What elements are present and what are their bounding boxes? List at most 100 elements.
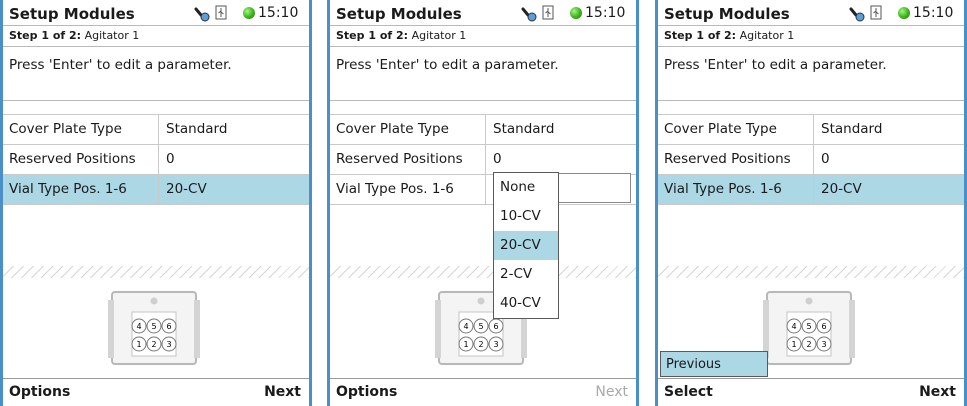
wrench-icon xyxy=(849,7,865,22)
softkey-bar: Options Next xyxy=(330,378,636,406)
column-divider xyxy=(813,175,814,204)
hatch-divider xyxy=(3,266,309,278)
options-softkey[interactable]: Options xyxy=(9,384,70,400)
position-label: 6 xyxy=(821,322,826,331)
hint-text: Press 'Enter' to edit a parameter. xyxy=(336,57,559,73)
hatch-divider xyxy=(658,266,964,278)
param-value: 0 xyxy=(493,151,502,167)
menu-item-previous[interactable]: Previous xyxy=(666,357,721,372)
next-softkey-disabled: Next xyxy=(595,384,628,400)
position-label: 1 xyxy=(463,340,468,349)
step-indicator: Step 1 of 2: Agitator 1 xyxy=(3,26,309,47)
param-row-reserved-positions[interactable]: Reserved Positions 0 xyxy=(3,145,309,175)
select-softkey[interactable]: Select xyxy=(664,384,713,400)
step-name: Agitator 1 xyxy=(411,29,467,42)
title-bar: Setup Modules 15:10 xyxy=(330,0,636,26)
next-softkey[interactable]: Next xyxy=(264,384,301,400)
param-name: Vial Type Pos. 1-6 xyxy=(336,181,454,197)
parameter-list: Cover Plate Type Standard Reserved Posit… xyxy=(3,114,309,205)
device-screen-1: Setup Modules 15:10 Step 1 of 2: Agitato… xyxy=(0,0,312,406)
column-divider xyxy=(813,145,814,174)
param-value: 0 xyxy=(821,151,830,167)
param-value: 0 xyxy=(166,151,175,167)
position-label: 3 xyxy=(166,340,171,349)
next-softkey[interactable]: Next xyxy=(919,384,956,400)
device-screen-2: Setup Modules 15:10 Step 1 of 2: Agitato… xyxy=(327,0,639,406)
status-ok-icon xyxy=(570,7,582,19)
column-divider xyxy=(813,115,814,144)
screen-title: Setup Modules xyxy=(336,5,462,23)
parameter-list: Cover Plate Type Standard Reserved Posit… xyxy=(658,114,964,205)
position-label: 3 xyxy=(821,340,826,349)
step-indicator: Step 1 of 2: Agitator 1 xyxy=(658,26,964,47)
step-label: Step 1 of 2: xyxy=(9,29,82,42)
status-ok-icon xyxy=(243,7,255,19)
title-bar: Setup Modules 15:10 xyxy=(3,0,309,26)
position-label: 4 xyxy=(791,322,796,331)
wrench-icon xyxy=(521,7,537,22)
column-divider xyxy=(485,175,486,204)
dropdown-option[interactable]: None xyxy=(494,173,558,202)
position-label: 3 xyxy=(493,340,498,349)
column-divider xyxy=(158,115,159,144)
position-label: 6 xyxy=(166,322,171,331)
param-name: Reserved Positions xyxy=(336,151,463,167)
vial-type-dropdown[interactable]: None 10-CV 20-CV 2-CV 40-CV xyxy=(493,172,559,319)
param-row-cover-plate-type[interactable]: Cover Plate Type Standard xyxy=(3,114,309,145)
step-name: Agitator 1 xyxy=(84,29,140,42)
divider xyxy=(330,100,636,101)
position-label: 2 xyxy=(806,340,811,349)
dropdown-option-selected[interactable]: 20-CV xyxy=(494,231,558,260)
clock: 15:10 xyxy=(258,5,299,21)
column-divider xyxy=(158,145,159,174)
options-softkey[interactable]: Options xyxy=(336,384,397,400)
param-row-vial-type[interactable]: Vial Type Pos. 1-6 20-CV xyxy=(3,175,309,205)
position-label: 1 xyxy=(791,340,796,349)
position-label: 5 xyxy=(151,322,156,331)
param-value: Standard xyxy=(493,121,555,137)
softkey-bar: Select Next xyxy=(658,378,964,406)
position-label: 4 xyxy=(463,322,468,331)
param-name: Cover Plate Type xyxy=(9,121,122,137)
column-divider xyxy=(485,115,486,144)
step-name: Agitator 1 xyxy=(739,29,795,42)
param-row-cover-plate-type[interactable]: Cover Plate Type Standard xyxy=(658,114,964,145)
param-row-vial-type[interactable]: Vial Type Pos. 1-6 20-CV xyxy=(658,175,964,205)
position-label: 6 xyxy=(493,322,498,331)
agitator-module-icon: 4 5 6 1 2 3 xyxy=(108,291,200,365)
dropdown-option[interactable]: 40-CV xyxy=(494,289,558,318)
param-row-reserved-positions[interactable]: Reserved Positions 0 xyxy=(330,145,636,175)
device-screen-3: Setup Modules 15:10 Step 1 of 2: Agitato… xyxy=(655,0,967,406)
param-value: 20-CV xyxy=(166,181,207,197)
agitator-module-icon: 4 5 6 1 2 3 xyxy=(763,291,855,365)
param-value: 20-CV xyxy=(821,181,862,197)
screen-title: Setup Modules xyxy=(9,5,135,23)
step-label: Step 1 of 2: xyxy=(664,29,737,42)
param-name: Cover Plate Type xyxy=(336,121,449,137)
softkey-bar: Options Next xyxy=(3,378,309,406)
usb-icon xyxy=(870,5,882,20)
param-name: Reserved Positions xyxy=(664,151,791,167)
param-name: Reserved Positions xyxy=(9,151,136,167)
status-ok-icon xyxy=(898,7,910,19)
position-label: 2 xyxy=(151,340,156,349)
param-row-cover-plate-type[interactable]: Cover Plate Type Standard xyxy=(330,114,636,145)
param-value: Standard xyxy=(821,121,883,137)
dropdown-option[interactable]: 10-CV xyxy=(494,202,558,231)
column-divider xyxy=(485,145,486,174)
param-name: Vial Type Pos. 1-6 xyxy=(664,181,782,197)
position-label: 5 xyxy=(806,322,811,331)
param-value: Standard xyxy=(166,121,228,137)
usb-icon xyxy=(215,5,227,20)
position-label: 5 xyxy=(478,322,483,331)
options-menu-previous[interactable]: Previous xyxy=(660,351,768,377)
column-divider xyxy=(158,175,159,204)
divider xyxy=(3,100,309,101)
usb-icon xyxy=(542,5,554,20)
hatch-divider xyxy=(330,266,636,278)
param-name: Vial Type Pos. 1-6 xyxy=(9,181,127,197)
dropdown-option[interactable]: 2-CV xyxy=(494,260,558,289)
param-name: Cover Plate Type xyxy=(664,121,777,137)
param-row-reserved-positions[interactable]: Reserved Positions 0 xyxy=(658,145,964,175)
hint-text: Press 'Enter' to edit a parameter. xyxy=(664,57,887,73)
